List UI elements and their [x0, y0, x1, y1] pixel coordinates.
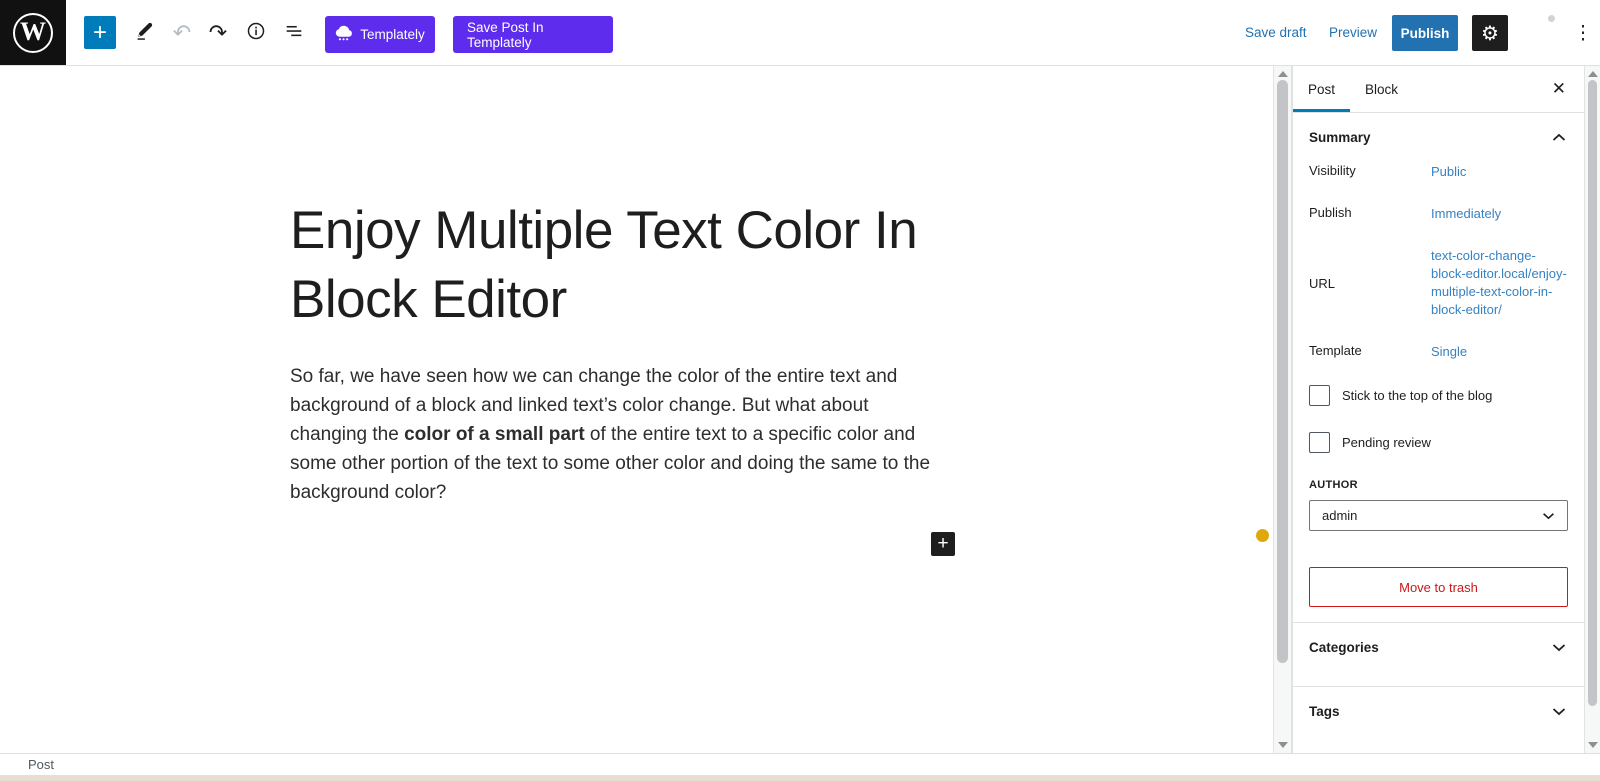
block-inserter-button[interactable]: +	[931, 532, 955, 556]
paragraph-bold-text: color of a small part	[404, 424, 585, 445]
avatar-notification-dot	[1548, 15, 1555, 22]
post-title[interactable]: Enjoy Multiple Text Color In Block Edito…	[290, 196, 970, 335]
chevron-down-icon	[1552, 643, 1566, 652]
pending-review-row[interactable]: Pending review	[1309, 432, 1568, 453]
save-draft-button[interactable]: Save draft	[1245, 25, 1307, 40]
gutenberg-editor: W + ↶ ↷ Templately Save Post In Template…	[0, 0, 1600, 781]
move-to-trash-button[interactable]: Move to trash	[1309, 567, 1568, 607]
url-row: URL text-color-change-block-editor.local…	[1309, 247, 1568, 319]
scrollbar-thumb[interactable]	[1588, 80, 1597, 706]
templately-cloud-icon	[335, 24, 353, 45]
gear-icon: ⚙	[1481, 22, 1499, 45]
settings-button[interactable]: ⚙	[1472, 15, 1508, 51]
pending-review-label: Pending review	[1342, 435, 1431, 450]
list-view-button[interactable]	[280, 15, 308, 51]
add-block-button[interactable]: +	[84, 16, 116, 49]
url-value[interactable]: text-color-change-block-editor.local/enj…	[1431, 247, 1568, 319]
editor-topbar: W + ↶ ↷ Templately Save Post In Template…	[0, 0, 1600, 66]
scroll-up-arrow-icon[interactable]	[1277, 71, 1288, 77]
ellipsis-vertical-icon: ⋮	[1573, 22, 1593, 44]
plus-icon: +	[937, 533, 949, 554]
stick-to-top-label: Stick to the top of the blog	[1342, 388, 1493, 403]
preview-button[interactable]: Preview	[1329, 25, 1377, 40]
categories-title: Categories	[1309, 640, 1379, 655]
template-row: Template Single	[1309, 343, 1568, 361]
editor-canvas: Enjoy Multiple Text Color In Block Edito…	[0, 66, 1273, 753]
post-paragraph[interactable]: So far, we have seen how we can change t…	[290, 362, 942, 507]
scroll-down-arrow-icon[interactable]	[1587, 742, 1598, 748]
options-menu-button[interactable]: ⋮	[1572, 20, 1594, 46]
list-view-icon	[283, 20, 305, 47]
pending-review-checkbox[interactable]	[1309, 432, 1330, 453]
edit-mode-button[interactable]	[130, 15, 158, 51]
undo-icon: ↶	[172, 20, 192, 45]
plus-icon: +	[92, 18, 107, 46]
wordpress-w-icon: W	[13, 12, 53, 53]
url-label: URL	[1309, 275, 1336, 291]
summary-title: Summary	[1309, 130, 1371, 145]
redo-icon: ↷	[208, 20, 228, 45]
undo-button[interactable]: ↶	[168, 15, 196, 51]
redo-button[interactable]: ↷	[204, 15, 232, 51]
tags-title: Tags	[1309, 704, 1340, 719]
save-post-in-templately-button[interactable]: Save Post In Templately	[453, 16, 613, 53]
summary-panel-header[interactable]: Summary	[1293, 113, 1584, 161]
scrollbar-thumb[interactable]	[1277, 80, 1288, 663]
tab-block[interactable]: Block	[1350, 66, 1413, 112]
visibility-value[interactable]: Public	[1431, 163, 1568, 181]
visibility-row: Visibility Public	[1309, 163, 1568, 181]
tags-panel-header[interactable]: Tags	[1293, 687, 1584, 735]
scroll-up-arrow-icon[interactable]	[1587, 71, 1598, 77]
template-label: Template	[1309, 343, 1362, 358]
chevron-down-icon	[1542, 512, 1555, 520]
chevron-down-icon	[1552, 707, 1566, 716]
tags-panel: Tags	[1293, 687, 1584, 735]
templately-button-label: Templately	[360, 27, 425, 42]
bottom-edge-strip	[0, 775, 1600, 781]
chevron-up-icon	[1552, 133, 1566, 142]
recording-cursor-dot	[1256, 529, 1269, 542]
settings-sidebar: Post Block ✕ Summary Visibility Public P…	[1292, 66, 1584, 753]
info-icon	[245, 20, 267, 47]
publish-row: Publish Immediately	[1309, 205, 1568, 223]
editor-scrollbar[interactable]	[1273, 66, 1292, 753]
tab-post[interactable]: Post	[1293, 66, 1351, 112]
categories-panel-header[interactable]: Categories	[1293, 623, 1584, 671]
scroll-down-arrow-icon[interactable]	[1277, 742, 1288, 748]
publish-label: Publish	[1309, 205, 1352, 220]
breadcrumb[interactable]: Post	[28, 757, 54, 772]
publish-button[interactable]: Publish	[1392, 15, 1458, 51]
template-value[interactable]: Single	[1431, 343, 1568, 361]
editor-footer: Post	[0, 753, 1600, 775]
templately-button[interactable]: Templately	[325, 16, 435, 53]
author-select[interactable]: admin	[1309, 500, 1568, 531]
stick-to-top-checkbox[interactable]	[1309, 385, 1330, 406]
details-button[interactable]	[242, 15, 270, 51]
visibility-label: Visibility	[1309, 163, 1356, 178]
pencil-icon	[133, 20, 155, 47]
wordpress-logo[interactable]: W	[0, 0, 66, 65]
save-post-button-label: Save Post In Templately	[467, 19, 544, 50]
categories-panel: Categories	[1293, 623, 1584, 671]
page-scrollbar[interactable]	[1584, 66, 1600, 753]
close-sidebar-icon[interactable]: ✕	[1552, 79, 1566, 99]
author-select-value: admin	[1322, 508, 1358, 523]
author-label: AUTHOR	[1309, 479, 1358, 491]
sidebar-tabs: Post Block ✕	[1293, 66, 1584, 113]
publish-value[interactable]: Immediately	[1431, 205, 1568, 223]
summary-panel-body: Visibility Public Publish Immediately UR…	[1293, 161, 1584, 607]
stick-to-top-row[interactable]: Stick to the top of the blog	[1309, 385, 1568, 406]
